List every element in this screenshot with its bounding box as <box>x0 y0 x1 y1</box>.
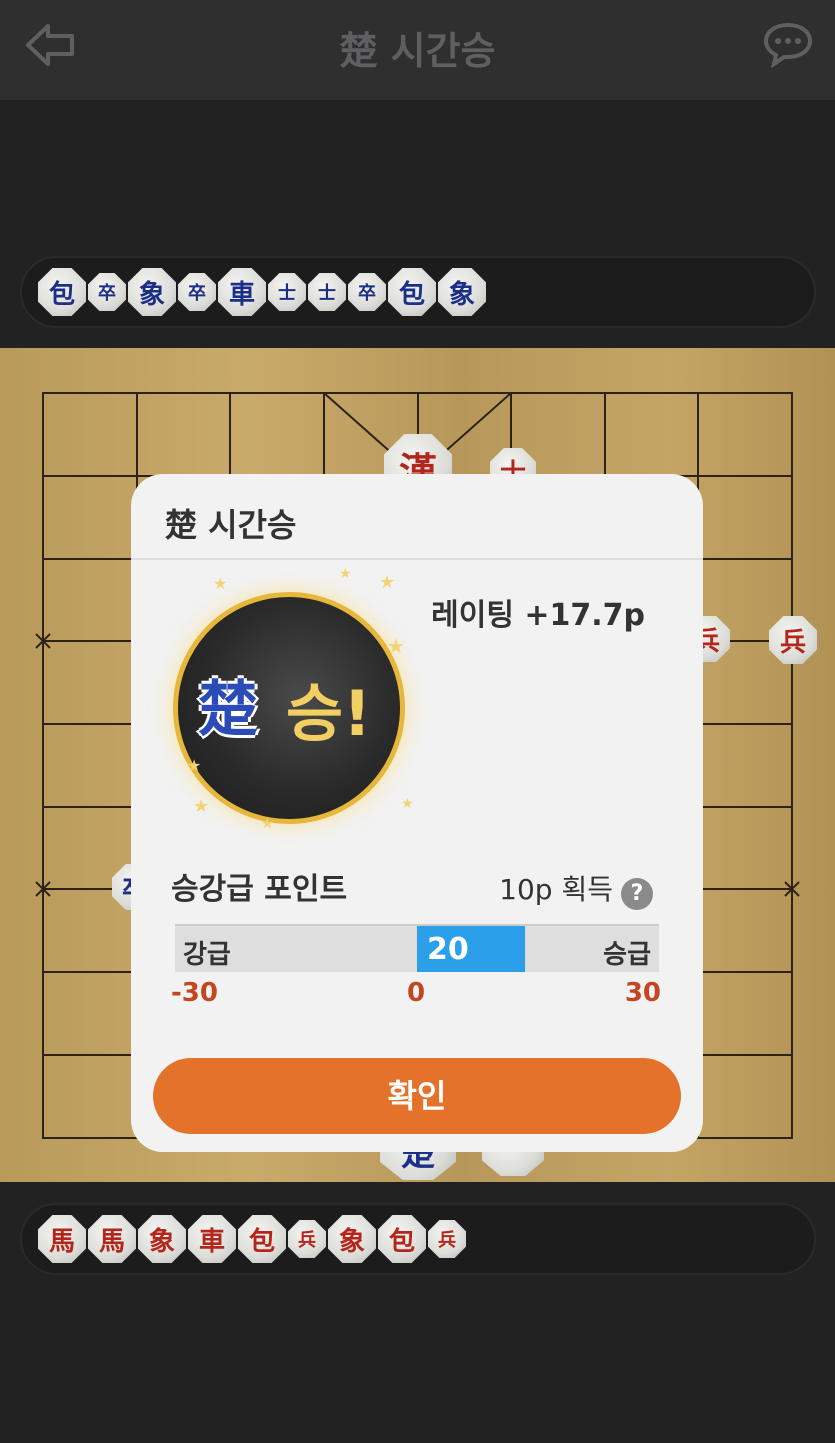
scale-min-label: -30 <box>171 978 218 1008</box>
captured-pieces-tray-bottom: 馬馬象車包兵象包兵 <box>20 1203 816 1275</box>
chat-bubble-icon[interactable] <box>763 20 813 68</box>
captured-piece: 車 <box>218 268 266 316</box>
demotion-label: 강급 <box>183 940 231 970</box>
help-icon[interactable]: ? <box>621 878 653 910</box>
promotion-points-gain: 10p 획득 <box>499 873 613 906</box>
captured-piece: 包 <box>238 1215 286 1263</box>
emblem-win-text: 승! <box>286 677 372 750</box>
captured-piece: 兵 <box>428 1220 466 1258</box>
captured-piece: 士 <box>308 273 346 311</box>
captured-piece: 卒 <box>88 273 126 311</box>
captured-piece: 象 <box>128 268 176 316</box>
star-sparkle-icon: ★ <box>261 816 274 832</box>
captured-piece: 象 <box>328 1215 376 1263</box>
captured-piece: 包 <box>388 268 436 316</box>
captured-piece: 象 <box>438 268 486 316</box>
rating-change: 레이팅 +17.7p <box>431 598 645 633</box>
star-sparkle-icon: ★ <box>193 796 210 817</box>
star-sparkle-icon: ★ <box>213 574 228 593</box>
star-sparkle-icon: ★ <box>339 566 352 582</box>
promotion-progress-bar: 20 강급 승급 <box>175 924 659 972</box>
promotion-points-label: 승강급 포인트 <box>171 872 348 907</box>
captured-piece: 馬 <box>88 1215 136 1263</box>
captured-piece: 卒 <box>178 273 216 311</box>
star-sparkle-icon: ★ <box>387 634 405 658</box>
confirm-button[interactable]: 확인 <box>153 1058 681 1134</box>
win-emblem: 楚 승! <box>173 592 405 824</box>
star-sparkle-icon: ★ <box>187 756 202 775</box>
captured-piece: 車 <box>188 1215 236 1263</box>
emblem-mark: 楚 <box>198 675 258 745</box>
result-dialog: 楚 시간승 레이팅 +17.7p 楚 승! ★ ★ ★ ★ ★ ★ ★ ★ 승강… <box>131 474 703 1152</box>
scale-mid-label: 0 <box>407 978 426 1008</box>
captured-piece: 象 <box>138 1215 186 1263</box>
star-sparkle-icon: ★ <box>379 572 396 593</box>
captured-piece: 卒 <box>348 273 386 311</box>
captured-piece: 士 <box>268 273 306 311</box>
top-bar: 楚 시간승 <box>0 0 835 100</box>
dialog-title: 楚 시간승 <box>165 506 297 544</box>
progress-value: 20 <box>427 932 469 967</box>
captured-piece: 包 <box>378 1215 426 1263</box>
captured-pieces-tray-top: 包卒象卒車士士卒包象 <box>20 256 816 328</box>
star-sparkle-icon: ★ <box>401 796 414 812</box>
promotion-label: 승급 <box>603 940 651 970</box>
scale-max-label: 30 <box>624 978 661 1008</box>
captured-piece: 包 <box>38 268 86 316</box>
captured-piece: 兵 <box>288 1220 326 1258</box>
page-title: 楚 시간승 <box>339 29 496 73</box>
dialog-divider <box>131 558 703 560</box>
captured-piece: 馬 <box>38 1215 86 1263</box>
board-piece-red-soldier[interactable]: 兵 <box>769 616 817 664</box>
